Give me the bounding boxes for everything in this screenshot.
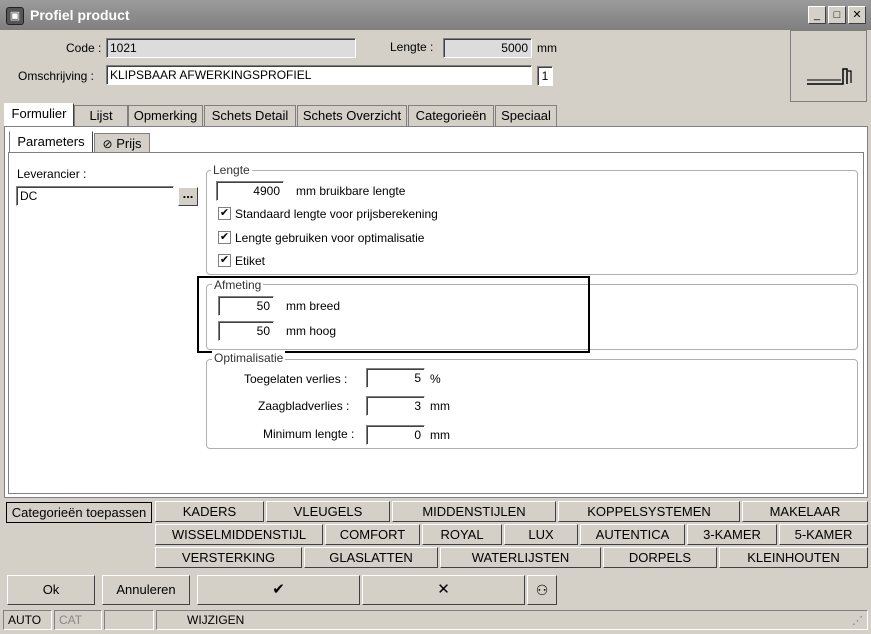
tab-formulier[interactable]: Formulier bbox=[4, 103, 74, 127]
omschrijving-count[interactable]: 1 bbox=[537, 66, 553, 86]
leverancier-label: Leverancier : bbox=[17, 167, 87, 181]
search-button[interactable]: ⚇ bbox=[527, 575, 557, 605]
title-bar: ▣ Profiel product _ □ ✕ bbox=[0, 0, 871, 30]
binoculars-icon: ⚇ bbox=[535, 582, 549, 598]
maximize-button[interactable]: □ bbox=[828, 6, 846, 24]
resize-grip-icon[interactable]: ⋰ bbox=[852, 614, 863, 627]
status-action: WIJZIGEN bbox=[156, 610, 868, 630]
breed-unit: mm breed bbox=[286, 299, 341, 313]
lengte-group-title: Lengte bbox=[211, 163, 252, 177]
hoog-unit: mm hoog bbox=[286, 324, 337, 338]
tab-schets-overzicht[interactable]: Schets Overzicht bbox=[297, 105, 407, 126]
category-waterlijsten[interactable]: WATERLIJSTEN bbox=[440, 547, 601, 568]
ok-button[interactable]: Ok bbox=[7, 575, 95, 605]
checkbox-standaard-lengte-label: Standaard lengte voor prijsberekening bbox=[235, 207, 438, 221]
afmeting-group-title: Afmeting bbox=[212, 278, 264, 292]
status-empty bbox=[104, 610, 154, 630]
lengte-unit: mm bbox=[537, 41, 557, 55]
status-mode: AUTO bbox=[3, 610, 52, 630]
profile-shape-icon bbox=[807, 68, 852, 85]
paperclip-icon: ⊘ bbox=[102, 137, 113, 151]
profile-preview bbox=[790, 30, 867, 102]
omschrijving-label: Omschrijving : bbox=[18, 69, 95, 83]
category-glaslatten[interactable]: GLASLATTEN bbox=[304, 547, 438, 568]
minimum-lengte-unit: mm bbox=[430, 428, 450, 442]
category-vleugels[interactable]: VLEUGELS bbox=[266, 501, 390, 522]
categorieen-toepassen-button[interactable]: Categorieën toepassen bbox=[6, 502, 152, 523]
tab-speciaal[interactable]: Speciaal bbox=[495, 105, 557, 126]
category-lux[interactable]: LUX bbox=[504, 524, 578, 545]
category-royal[interactable]: ROYAL bbox=[422, 524, 502, 545]
category-wisselmiddenstijl[interactable]: WISSELMIDDENSTIJL bbox=[155, 524, 323, 545]
breed-field[interactable]: 50 bbox=[218, 296, 274, 316]
lengte-field[interactable]: 5000 bbox=[443, 38, 532, 58]
toegelaten-verlies-field[interactable]: 5 bbox=[366, 368, 425, 388]
checkbox-lengte-optimalisatie[interactable]: ✔ bbox=[218, 231, 231, 244]
status-cat: CAT bbox=[54, 610, 102, 630]
app-icon[interactable]: ▣ bbox=[6, 7, 24, 25]
zaagbladverlies-label: Zaagbladverlies : bbox=[258, 399, 350, 413]
lengte-label: Lengte : bbox=[390, 40, 434, 54]
tab-lijst[interactable]: Lijst bbox=[74, 105, 128, 126]
toegelaten-verlies-label: Toegelaten verlies : bbox=[244, 372, 348, 386]
category-comfort[interactable]: COMFORT bbox=[325, 524, 420, 545]
cancel-button[interactable]: Annuleren bbox=[102, 575, 190, 605]
zaagbladverlies-unit: mm bbox=[430, 399, 450, 413]
minimum-lengte-field[interactable]: 0 bbox=[366, 425, 425, 445]
remove-button[interactable]: ✕ bbox=[362, 575, 525, 605]
checkbox-lengte-optimalisatie-label: Lengte gebruiken voor optimalisatie bbox=[235, 231, 425, 245]
category-koppelsystemen[interactable]: KOPPELSYSTEMEN bbox=[558, 501, 740, 522]
tab-schets-detail[interactable]: Schets Detail bbox=[204, 105, 296, 126]
bruikbare-lengte-unit: mm bruikbare lengte bbox=[296, 184, 406, 198]
category-middenstijlen[interactable]: MIDDENSTIJLEN bbox=[392, 501, 556, 522]
bruikbare-lengte-field[interactable]: 4900 bbox=[216, 181, 284, 201]
category-autentica[interactable]: AUTENTICA bbox=[580, 524, 685, 545]
subtab-prijs-label: Prijs bbox=[116, 136, 142, 151]
checkbox-standaard-lengte[interactable]: ✔ bbox=[218, 207, 231, 220]
omschrijving-field[interactable]: KLIPSBAAR AFWERKINGSPROFIEL bbox=[106, 65, 532, 85]
toegelaten-verlies-unit: % bbox=[430, 372, 441, 386]
tab-categorieen[interactable]: Categorieën bbox=[408, 105, 494, 126]
category-3-kamer[interactable]: 3-KAMER bbox=[687, 524, 777, 545]
category-kleinhouten[interactable]: KLEINHOUTEN bbox=[719, 547, 868, 568]
close-button[interactable]: ✕ bbox=[848, 6, 866, 24]
minimum-lengte-label: Minimum lengte : bbox=[263, 427, 355, 441]
category-dorpels[interactable]: DORPELS bbox=[603, 547, 717, 568]
code-label: Code : bbox=[66, 41, 102, 55]
code-field[interactable]: 1021 bbox=[106, 38, 356, 58]
hoog-field[interactable]: 50 bbox=[218, 321, 274, 341]
window-title: Profiel product bbox=[30, 7, 130, 23]
checkbox-etiket[interactable]: ✔ bbox=[218, 254, 231, 267]
tab-opmerking[interactable]: Opmerking bbox=[128, 105, 203, 126]
zaagbladverlies-field[interactable]: 3 bbox=[366, 396, 425, 416]
subtab-parameters[interactable]: Parameters bbox=[9, 131, 93, 154]
leverancier-browse-button[interactable]: ... bbox=[178, 187, 198, 206]
leverancier-field[interactable]: DC bbox=[16, 186, 174, 206]
optimalisatie-group-title: Optimalisatie bbox=[212, 351, 286, 365]
confirm-button[interactable]: ✔ bbox=[197, 575, 360, 605]
category-5-kamer[interactable]: 5-KAMER bbox=[779, 524, 868, 545]
category-makelaar[interactable]: MAKELAAR bbox=[742, 501, 868, 522]
subtab-prijs[interactable]: ⊘ Prijs bbox=[94, 133, 150, 153]
category-versterking[interactable]: VERSTERKING bbox=[155, 547, 302, 568]
category-kaders[interactable]: KADERS bbox=[155, 501, 264, 522]
minimize-button[interactable]: _ bbox=[808, 6, 826, 24]
checkbox-etiket-label: Etiket bbox=[235, 254, 266, 268]
